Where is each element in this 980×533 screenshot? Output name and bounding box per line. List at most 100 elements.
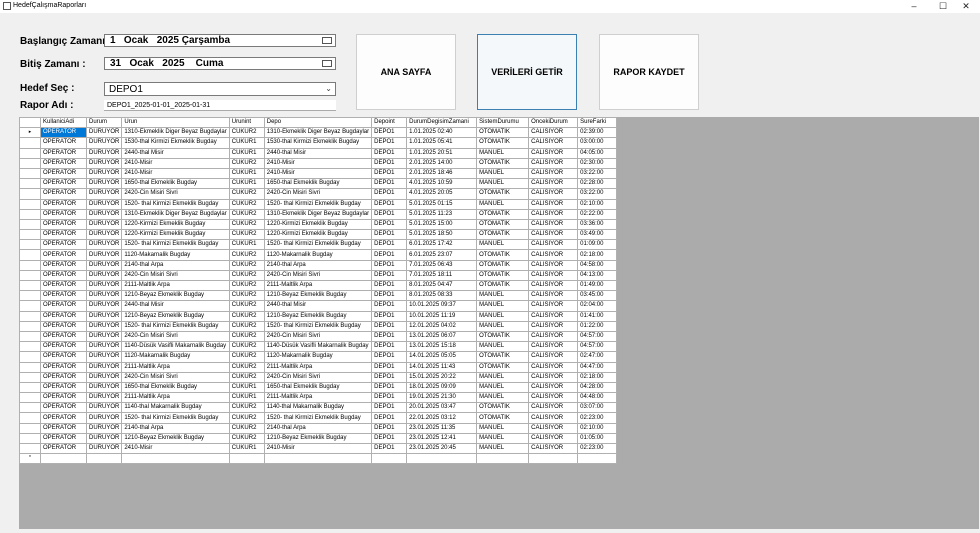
grid-cell[interactable]: 1210-Beyaz Ekmeklik Bugday xyxy=(263,290,373,302)
grid-cell[interactable]: 1120-Makarnalik Bugday xyxy=(121,351,230,363)
calendar-dropdown-icon[interactable] xyxy=(322,60,332,67)
grid-cell[interactable]: 1650-thal Ekmeklik Bugday xyxy=(263,178,373,190)
table-row[interactable]: OPERATOR DURUYOR 2420-Cin Misiri Sivri CUKU… xyxy=(19,371,618,383)
grid-cell[interactable]: CUKUR2 xyxy=(228,259,265,271)
row-header[interactable]: * xyxy=(19,453,41,465)
grid-cell[interactable]: 6.01.2025 23:07 xyxy=(406,249,478,261)
table-row[interactable]: OPERATOR DURUYOR 2111-Maltlik Arpa CUKUR2 21… xyxy=(19,279,618,292)
grid-cell[interactable]: 20.01.2025 03:47 xyxy=(406,402,478,414)
grid-cell[interactable] xyxy=(85,453,123,465)
grid-cell[interactable]: 04:57:00 xyxy=(577,330,618,343)
grid-cell[interactable]: 13.01.2025 15:18 xyxy=(406,341,478,353)
grid-cell[interactable]: DEPO1 xyxy=(371,198,408,210)
grid-cell[interactable]: OPERATOR xyxy=(40,198,87,210)
grid-cell[interactable]: 19.01.2025 21:30 xyxy=(406,392,478,404)
grid-cell[interactable]: CUKUR1 xyxy=(228,442,265,455)
grid-cell[interactable]: DURUYOR xyxy=(85,371,123,383)
grid-cell[interactable]: MANUEL xyxy=(476,432,530,445)
home-button[interactable]: ANA SAYFA xyxy=(356,34,456,110)
column-header[interactable]: Urunint xyxy=(228,116,265,129)
grid-cell[interactable]: CUKUR2 xyxy=(228,371,265,383)
grid-cell[interactable]: OPERATOR xyxy=(40,320,87,332)
grid-cell[interactable]: 02:04:00 xyxy=(577,300,618,312)
grid-cell[interactable]: CALISIYOR xyxy=(528,392,579,404)
grid-cell[interactable]: 03:22:00 xyxy=(577,188,618,200)
grid-cell[interactable]: OPERATOR xyxy=(40,178,87,190)
grid-cell[interactable]: DURUYOR xyxy=(85,178,123,190)
grid-cell[interactable]: DEPO1 xyxy=(371,351,408,363)
grid-cell[interactable]: CALISIYOR xyxy=(528,371,579,383)
grid-cell[interactable]: CALISIYOR xyxy=(528,351,579,363)
grid-cell[interactable]: CALISIYOR xyxy=(528,279,579,292)
grid-cell[interactable]: 02:23:00 xyxy=(577,442,618,455)
grid-cell[interactable]: 02:22:00 xyxy=(577,208,618,220)
grid-cell[interactable]: 04:57:00 xyxy=(577,341,618,353)
row-header[interactable] xyxy=(19,147,41,159)
grid-cell[interactable]: CALISIYOR xyxy=(528,198,579,210)
grid-cell[interactable]: 2410-Misir xyxy=(121,442,230,455)
grid-cell[interactable]: OPERATOR xyxy=(40,229,87,241)
grid-cell[interactable]: DEPO1 xyxy=(371,208,408,220)
grid-cell[interactable]: 1220-Kirmizi Ekmeklik Bugday xyxy=(263,229,373,241)
grid-cell[interactable]: DEPO1 xyxy=(371,239,408,251)
grid-cell[interactable]: CALISIYOR xyxy=(528,361,579,373)
table-row[interactable]: OPERATOR DURUYOR 1140-thal Makarnalik Bugd… xyxy=(19,402,618,414)
grid-cell[interactable]: CUKUR2 xyxy=(228,330,265,343)
grid-cell[interactable]: DURUYOR xyxy=(85,249,123,261)
grid-cell[interactable]: 02:47:00 xyxy=(577,351,618,363)
grid-cell[interactable]: 1650-thal Ekmeklik Bugday xyxy=(121,381,230,394)
row-header[interactable] xyxy=(19,351,41,363)
grid-cell[interactable]: MANUEL xyxy=(476,341,530,353)
grid-cell[interactable]: CUKUR2 xyxy=(228,208,265,220)
grid-cell[interactable]: DURUYOR xyxy=(85,137,123,149)
grid-cell[interactable]: 2440-thal Misir xyxy=(121,300,230,312)
grid-cell[interactable]: 1120-Makarnalik Bugday xyxy=(263,351,373,363)
calendar-dropdown-icon[interactable] xyxy=(322,37,332,44)
grid-cell[interactable]: CUKUR1 xyxy=(228,381,265,394)
table-row[interactable]: OPERATOR DURUYOR 1310-Ekmeklik Diger Beyaz… xyxy=(19,208,618,220)
grid-cell[interactable]: CUKUR2 xyxy=(228,341,265,353)
column-header[interactable]: KullaniciAdi xyxy=(40,116,87,129)
grid-cell[interactable]: DURUYOR xyxy=(85,208,123,220)
grid-cell[interactable]: DEPO1 xyxy=(371,127,408,139)
grid-cell[interactable]: DURUYOR xyxy=(85,127,123,139)
grid-cell[interactable]: DEPO1 xyxy=(371,188,408,200)
grid-cell[interactable]: CALISIYOR xyxy=(528,229,579,241)
table-row[interactable]: OPERATOR DURUYOR 1520- thal Kirmizi Ekmekl… xyxy=(19,198,618,210)
grid-cell[interactable]: 1520- thal Kirmizi Ekmeklik Bugday xyxy=(121,412,230,424)
grid-cell[interactable]: 2420-Cin Misiri Sivri xyxy=(121,269,230,282)
grid-cell[interactable]: 2111-Maltlik Arpa xyxy=(263,392,373,404)
column-header[interactable]: Depoint xyxy=(371,116,408,129)
grid-cell[interactable]: MANUEL xyxy=(476,147,530,159)
table-row[interactable]: OPERATOR DURUYOR 2420-Cin Misiri Sivri CUKU… xyxy=(19,188,618,200)
table-row[interactable]: OPERATOR DURUYOR 1210-Beyaz Ekmeklik Bugda… xyxy=(19,310,618,322)
grid-cell[interactable]: 2.01.2025 18:46 xyxy=(406,167,478,180)
grid-cell[interactable]: CUKUR1 xyxy=(228,167,265,180)
grid-cell[interactable]: DEPO1 xyxy=(371,229,408,241)
grid-cell[interactable]: 1140-Düsük Vasifli Makarnalik Bugday xyxy=(263,341,373,353)
grid-cell[interactable]: OTOMATIK xyxy=(476,259,530,271)
grid-cell[interactable]: 04:47:00 xyxy=(577,361,618,373)
grid-cell[interactable]: DURUYOR xyxy=(85,269,123,282)
grid-cell[interactable]: CALISIYOR xyxy=(528,137,579,149)
grid-cell[interactable]: CUKUR2 xyxy=(228,188,265,200)
grid-cell[interactable]: 2.01.2025 14:00 xyxy=(406,157,478,169)
grid-cell[interactable]: 1210-Beyaz Ekmeklik Bugday xyxy=(121,310,230,322)
row-header[interactable] xyxy=(19,412,41,424)
grid-cell[interactable]: OTOMATIK xyxy=(476,188,530,200)
grid-cell[interactable]: DURUYOR xyxy=(85,279,123,292)
grid-cell[interactable]: 03:45:00 xyxy=(577,290,618,302)
grid-cell[interactable]: 2140-thal Arpa xyxy=(263,259,373,271)
grid-cell[interactable]: DEPO1 xyxy=(371,371,408,383)
grid-cell[interactable]: CALISIYOR xyxy=(528,157,579,169)
grid-cell[interactable]: 2111-Maltlik Arpa xyxy=(263,361,373,373)
grid-cell[interactable]: 10.01.2025 09:37 xyxy=(406,300,478,312)
table-row[interactable]: OPERATOR DURUYOR 1210-Beyaz Ekmeklik Bugda… xyxy=(19,432,618,445)
grid-cell[interactable]: MANUEL xyxy=(476,167,530,180)
row-header[interactable] xyxy=(19,300,41,312)
column-header[interactable]: SistemDurumu xyxy=(476,116,530,129)
grid-cell[interactable]: 04:58:00 xyxy=(577,259,618,271)
grid-cell[interactable]: OTOMATIK xyxy=(476,157,530,169)
grid-cell[interactable]: MANUEL xyxy=(476,381,530,394)
grid-cell[interactable]: OPERATOR xyxy=(40,167,87,180)
